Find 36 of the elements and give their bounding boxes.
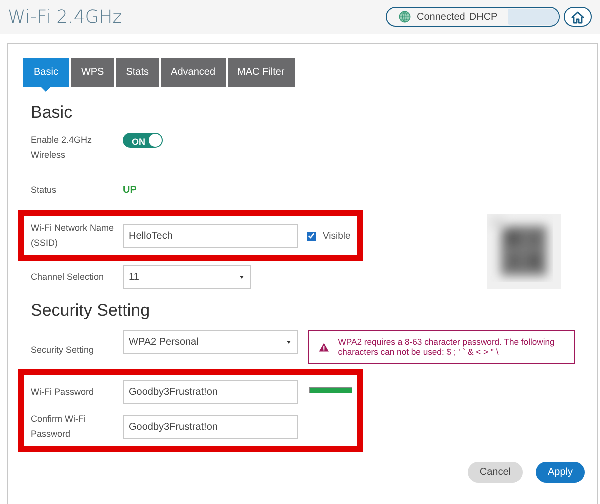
strength-meter xyxy=(309,387,352,393)
input-field[interactable]: Goodby3Frustrat!on xyxy=(123,415,298,439)
tab-pointer xyxy=(41,87,52,92)
dropdown[interactable]: WPA2 Personal xyxy=(123,330,298,354)
home-button[interactable] xyxy=(564,7,592,27)
caret-icon xyxy=(287,340,291,344)
checkbox[interactable] xyxy=(307,232,316,240)
home-icon xyxy=(571,10,585,24)
section-heading: Security Setting xyxy=(31,301,152,321)
input-field[interactable]: HelloTech xyxy=(123,224,298,248)
field-label: Wi-Fi Password xyxy=(31,386,96,398)
field-label: Status xyxy=(31,184,58,196)
field-label: Channel Selection xyxy=(31,270,106,284)
tab[interactable]: WPS xyxy=(71,58,114,87)
warning-message: WPA2 requires a 8-63 character password. The following characters can not be used: $ ; ' ` & < > " \ xyxy=(338,337,556,357)
tab[interactable]: MAC Filter xyxy=(228,58,295,87)
section-heading: Basic xyxy=(31,103,74,123)
page-title: Wi-Fi 2.4GHz xyxy=(8,6,124,28)
cancel-button[interactable]: Cancel xyxy=(468,462,523,483)
toggle-switch[interactable]: ON xyxy=(123,133,163,148)
caret-icon xyxy=(240,276,244,278)
redacted-block xyxy=(508,9,559,25)
input-field[interactable]: Goodby3Frustrat!on xyxy=(123,380,298,404)
field-label: Enable 2.4GHz Wireless xyxy=(31,134,94,162)
tab[interactable]: Advanced xyxy=(161,58,226,87)
status-value: UP xyxy=(123,184,137,196)
field-label: Confirm Wi-Fi Password xyxy=(31,413,87,441)
tab[interactable]: Stats xyxy=(116,58,160,87)
field-label: Wi-Fi Network Name (SSID) xyxy=(31,222,116,250)
connection-status: Connected xyxy=(417,12,466,22)
connection-mode: DHCP xyxy=(469,12,498,22)
apply-button[interactable]: Apply xyxy=(536,462,585,483)
checkbox-label: Visible xyxy=(323,230,351,242)
globe-icon xyxy=(399,11,411,23)
field-label: Security Setting xyxy=(31,344,96,357)
dropdown[interactable]: 11 xyxy=(123,265,251,289)
